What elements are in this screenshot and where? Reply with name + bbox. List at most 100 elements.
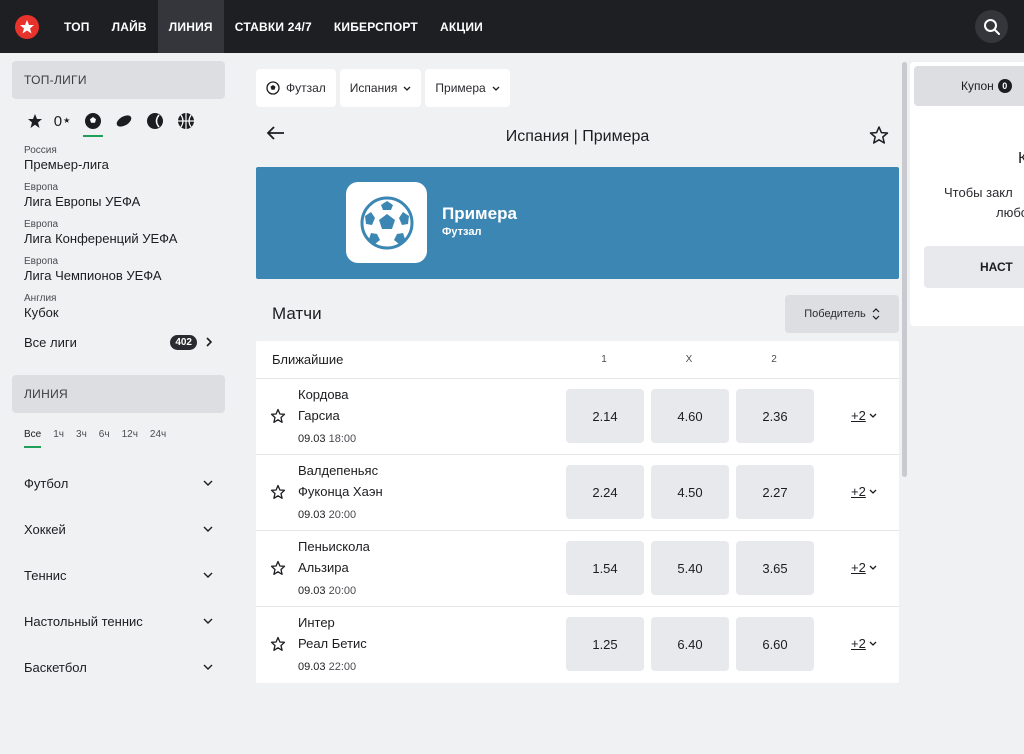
coupon-heading: К: [1018, 150, 1024, 167]
odd-1-button[interactable]: 2.14: [566, 389, 644, 443]
futsal-ball-icon: [360, 196, 413, 249]
odd-1-button[interactable]: 2.24: [566, 465, 644, 519]
table-row[interactable]: Пеньискола Альзира 09.03 20:00 1.54 5.40…: [256, 531, 899, 607]
soccer-ball-icon[interactable]: [82, 110, 104, 137]
banner-subtitle: Футзал: [442, 226, 482, 238]
country-filter-label: Испания: [349, 81, 398, 95]
sport-row-basketball[interactable]: Баскетбол: [0, 644, 237, 690]
more-markets-link[interactable]: +2: [851, 560, 877, 575]
odd-1-button[interactable]: 1.54: [566, 541, 644, 595]
league-item[interactable]: Россия Премьер-лига: [0, 145, 237, 173]
nav-bets-24-7[interactable]: СТАВКИ 24/7: [224, 0, 323, 53]
nav-top[interactable]: ТОП: [53, 0, 101, 53]
logo[interactable]: [0, 0, 53, 53]
odd-x-button[interactable]: 6.40: [651, 617, 729, 671]
time-filter-6h[interactable]: 6ч: [99, 429, 110, 448]
league-country: Англия: [24, 293, 57, 304]
team-home: Интер: [298, 615, 335, 630]
nav-esports[interactable]: КИБЕРСПОРТ: [323, 0, 429, 53]
chevron-down-icon: [203, 618, 213, 624]
favorite-star-icon[interactable]: [270, 636, 286, 652]
league-filter-dropdown[interactable]: Примера: [425, 69, 510, 107]
logo-icon: [14, 14, 39, 39]
more-markets-link[interactable]: +2: [851, 484, 877, 499]
league-item[interactable]: Европа Лига Европы УЕФА: [0, 182, 237, 210]
time-filter-all[interactable]: Все: [24, 429, 42, 448]
chevron-down-icon: [869, 565, 877, 570]
odd-2-button[interactable]: 2.36: [736, 389, 814, 443]
coupon-settings-button[interactable]: НАСТ: [924, 246, 1024, 288]
team-home: Кордова: [298, 387, 349, 402]
back-arrow-icon[interactable]: [266, 125, 286, 141]
tennis-ball-icon[interactable]: [144, 110, 166, 132]
odd-1-button[interactable]: 1.25: [566, 617, 644, 671]
search-button[interactable]: [975, 10, 1008, 43]
chevron-down-icon: [492, 86, 500, 91]
main-scrollbar[interactable]: [902, 62, 907, 477]
coupon-panel: Купон 0 К Чтобы закл любо НАСТ: [910, 62, 1024, 326]
more-markets-link[interactable]: +2: [851, 408, 877, 423]
time-filter-1h[interactable]: 1ч: [53, 429, 64, 448]
all-leagues-link[interactable]: Все лиги 402: [0, 333, 237, 351]
coupon-tab-label: Купон: [961, 79, 994, 93]
table-row[interactable]: Интер Реал Бетис 09.03 22:00 1.25 6.40 6…: [256, 607, 899, 683]
league-item[interactable]: Европа Лига Чемпионов УЕФА: [0, 256, 237, 284]
time-filter-3h[interactable]: 3ч: [76, 429, 87, 448]
market-sort-label: Победитель: [804, 308, 866, 320]
page-title: Испания | Примера: [505, 128, 650, 145]
matches-title: Матчи: [272, 304, 322, 323]
time-filter-24h[interactable]: 24ч: [150, 429, 166, 448]
sport-label: Настольный теннис: [24, 613, 143, 629]
sport-filter-label: Футзал: [286, 81, 326, 95]
favorite-star-icon[interactable]: [270, 484, 286, 500]
favorite-star-icon[interactable]: [270, 560, 286, 576]
favorites-count[interactable]: 0 ★: [51, 110, 73, 132]
chevron-down-icon: [203, 526, 213, 532]
coupon-tab[interactable]: Купон 0: [914, 66, 1024, 106]
league-country: Европа: [24, 256, 59, 267]
league-name: Лига Европы УЕФА: [24, 194, 141, 209]
more-markets-link[interactable]: +2: [851, 636, 877, 651]
chevron-down-icon: [869, 641, 877, 646]
column-header-x: X: [685, 354, 693, 365]
market-sort-button[interactable]: Победитель: [785, 295, 899, 333]
favorite-star-icon[interactable]: [869, 125, 889, 145]
sort-updown-icon: [872, 308, 880, 320]
table-row[interactable]: Кордова Гарсиа 09.03 18:00 2.14 4.60 2.3…: [256, 379, 899, 455]
league-country: Европа: [24, 219, 59, 230]
sport-row-football[interactable]: Футбол: [0, 460, 237, 506]
basketball-icon[interactable]: [175, 110, 197, 132]
sidebar: ТОП-ЛИГИ 0 ★ Россия Премьер-лига Европа Л…: [0, 53, 237, 754]
odd-2-button[interactable]: 2.27: [736, 465, 814, 519]
odd-x-button[interactable]: 4.50: [651, 465, 729, 519]
sport-row-hockey[interactable]: Хоккей: [0, 506, 237, 552]
chevron-down-icon: [869, 413, 877, 418]
match-datetime: 09.03 18:00: [298, 433, 357, 445]
sport-row-tennis[interactable]: Теннис: [0, 552, 237, 598]
table-row[interactable]: Валдепеньяс Фуконца Хаэн 09.03 20:00 2.2…: [256, 455, 899, 531]
chevron-down-icon: [403, 86, 411, 91]
nav-live[interactable]: ЛАЙВ: [101, 0, 158, 53]
odd-x-button[interactable]: 5.40: [651, 541, 729, 595]
time-filter-12h[interactable]: 12ч: [122, 429, 138, 448]
favorites-star-icon[interactable]: [24, 110, 46, 132]
sport-filter-chip[interactable]: Футзал: [256, 69, 336, 107]
odd-2-button[interactable]: 6.60: [736, 617, 814, 671]
odd-x-button[interactable]: 4.60: [651, 389, 729, 443]
league-filter-label: Примера: [435, 81, 486, 95]
sport-row-table-tennis[interactable]: Настольный теннис: [0, 598, 237, 644]
team-away: Фуконца Хаэн: [298, 484, 383, 499]
team-away: Гарсиа: [298, 408, 340, 423]
odd-2-button[interactable]: 3.65: [736, 541, 814, 595]
hockey-puck-icon[interactable]: [113, 110, 135, 132]
coupon-count-badge: 0: [997, 79, 1012, 93]
country-filter-dropdown[interactable]: Испания: [339, 69, 422, 107]
favorite-star-icon[interactable]: [270, 408, 286, 424]
team-away: Альзира: [298, 560, 349, 575]
column-header-2: 2: [771, 354, 777, 365]
league-item[interactable]: Европа Лига Конференций УЕФА: [0, 219, 237, 247]
nav-promotions[interactable]: АКЦИИ: [429, 0, 494, 53]
line-header: ЛИНИЯ: [12, 375, 225, 413]
league-item[interactable]: Англия Кубок: [0, 293, 237, 321]
nav-line[interactable]: ЛИНИЯ: [157, 0, 224, 53]
